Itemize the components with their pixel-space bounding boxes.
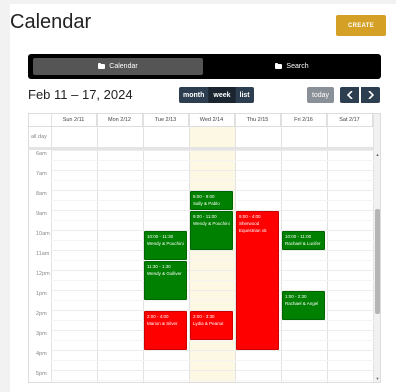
half-hour-line (51, 360, 375, 361)
day-column-divider (97, 114, 98, 382)
view-list-button[interactable]: list (235, 87, 254, 103)
time-label: 9am (36, 211, 47, 217)
today-column-highlight (189, 127, 235, 382)
day-header: Sun 2/11 (51, 114, 97, 126)
hour-line (51, 290, 375, 291)
tab-calendar-label: Calendar (109, 63, 138, 70)
hour-line (51, 170, 375, 171)
day-column-divider (373, 114, 374, 382)
view-switcher: month week list (179, 87, 254, 103)
event-title: Wendy & Pouchini (193, 221, 230, 226)
chevron-right-icon (367, 91, 374, 99)
chevron-left-icon (346, 91, 353, 99)
time-label: 6am (36, 151, 47, 157)
tab-calendar[interactable]: Calendar (33, 58, 203, 75)
event-title: Sherwood Equestrian x5 (239, 221, 267, 233)
event-title: Rachael & Angel (285, 301, 319, 306)
allday-label: all day (31, 134, 47, 140)
time-label: 2pm (36, 311, 47, 317)
tab-search-label: Search (286, 63, 309, 70)
time-label: 4pm (36, 351, 47, 357)
event-time: 2:00 - 3:30 (193, 314, 215, 319)
time-label: 7am (36, 171, 47, 177)
event-title: Wendy & Gulliver (147, 271, 182, 276)
half-hour-line (51, 340, 375, 341)
event-time: 11:30 - 1:30 (147, 264, 171, 269)
prev-week-button[interactable] (340, 87, 359, 103)
time-label: 3pm (36, 331, 47, 337)
hour-line (51, 250, 375, 251)
calendar-event[interactable]: 10:00 - 11:30 Wendy & Pouchini (144, 231, 187, 260)
scroll-down-icon[interactable]: ▼ (375, 376, 380, 381)
event-title: Marion & Silver (147, 321, 178, 326)
day-header: Wed 2/14 (189, 114, 235, 126)
event-time: 8:00 - 9:00 (193, 194, 215, 199)
calendar-event[interactable]: 2:00 - 4:00 Marion & Silver (144, 311, 187, 350)
event-title: Lydia & Peanut (193, 321, 224, 326)
time-label: 8am (36, 191, 47, 197)
half-hour-line (51, 300, 375, 301)
scroll-up-icon[interactable]: ▲ (375, 152, 380, 157)
view-month-button[interactable]: month (179, 87, 210, 103)
half-hour-line (51, 160, 375, 161)
date-range: Feb 11 – 17, 2024 (28, 87, 133, 102)
next-week-button[interactable] (361, 87, 380, 103)
page-title: Calendar (10, 11, 92, 33)
day-header: Mon 2/12 (97, 114, 143, 126)
half-hour-line (51, 380, 375, 381)
calendar-event[interactable]: 9:00 - 11:00 Wendy & Pouchini (190, 211, 233, 250)
day-header: Fri 2/16 (281, 114, 327, 126)
day-column-divider (327, 114, 328, 382)
event-time: 9:00 - 4:00 (239, 214, 261, 219)
day-header: Tue 2/13 (143, 114, 189, 126)
event-title: Wendy & Pouchini (147, 241, 184, 246)
time-label: 5pm (36, 371, 47, 377)
event-title: Rachael & Lucifer (285, 241, 321, 246)
hour-line (51, 350, 375, 351)
hour-line (51, 270, 375, 271)
create-button[interactable]: CREATE (336, 15, 386, 36)
day-header: Thu 2/15 (235, 114, 281, 126)
half-hour-line (51, 180, 375, 181)
view-week-button[interactable]: week (209, 87, 236, 103)
time-label: 10am (36, 231, 50, 237)
header-divider (29, 126, 380, 127)
time-label: 11am (36, 251, 50, 257)
day-column-divider (51, 114, 52, 382)
calendar-event[interactable]: 11:30 - 1:30 Wendy & Gulliver (144, 261, 187, 300)
half-hour-line (51, 280, 375, 281)
week-calendar-grid: all day ▲ ▼ Sun 2/11 Mon 2/12 Tue 2/13 Wed … (28, 113, 381, 383)
calendar-event[interactable]: 1:00 - 2:30 Rachael & Angel (282, 291, 325, 320)
event-time: 9:00 - 11:00 (193, 214, 217, 219)
event-time: 10:00 - 11:00 (285, 234, 312, 239)
folder-icon (98, 63, 106, 69)
event-time: 10:00 - 11:30 (147, 234, 174, 239)
tab-bar: Calendar Search (28, 54, 381, 79)
half-hour-line (51, 260, 375, 261)
calendar-event[interactable]: 10:00 - 11:00 Rachael & Lucifer (282, 231, 325, 250)
event-time: 2:00 - 4:00 (147, 314, 169, 319)
day-header: Sat 2/17 (327, 114, 373, 126)
calendar-event[interactable]: 8:00 - 9:00 Sally & Pablo (190, 191, 233, 210)
time-label: 12pm (36, 271, 50, 277)
hour-line (51, 150, 375, 151)
calendar-event[interactable]: 2:00 - 3:30 Lydia & Peanut (190, 311, 233, 340)
event-time: 1:00 - 2:30 (285, 294, 307, 299)
today-button[interactable]: today (307, 87, 334, 103)
scrollbar-thumb[interactable] (375, 209, 380, 314)
tab-search[interactable]: Search (208, 58, 376, 75)
folder-icon (275, 63, 283, 69)
hour-line (51, 370, 375, 371)
calendar-event[interactable]: 9:00 - 4:00 Sherwood Equestrian x5 (236, 211, 279, 350)
time-label: 1pm (36, 291, 47, 297)
event-title: Sally & Pablo (193, 201, 220, 206)
